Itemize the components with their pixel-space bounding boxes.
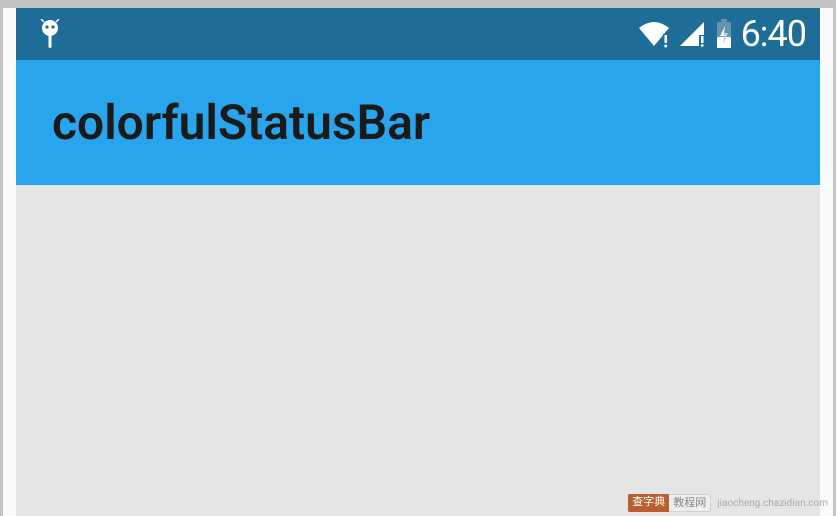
android-debug-icon <box>38 19 62 49</box>
status-right: 6:40 <box>637 16 806 52</box>
app-bar: colorfulStatusBar <box>16 60 820 185</box>
content-area <box>16 185 820 516</box>
watermark-badge: 查字典 教程网 <box>628 494 711 512</box>
app-title: colorfulStatusBar <box>52 94 430 151</box>
wifi-icon <box>637 20 671 48</box>
status-bar: 6:40 <box>16 8 820 60</box>
watermark: 查字典 教程网 jiaocheng.chazidian.com <box>628 494 828 512</box>
status-bar-clock: 6:40 <box>741 16 806 52</box>
watermark-url: jiaocheng.chazidian.com <box>717 498 828 509</box>
battery-charging-icon <box>715 19 733 49</box>
cellular-signal-icon <box>679 21 707 47</box>
device-screen: 6:40 colorfulStatusBar <box>16 8 820 516</box>
status-left <box>38 19 62 49</box>
